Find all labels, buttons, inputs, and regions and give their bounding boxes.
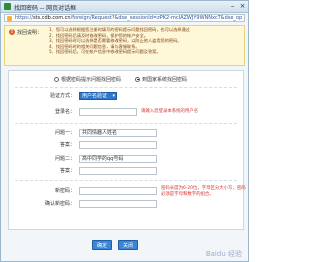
- login-name-label: 登录名：: [54, 109, 75, 115]
- minimize-icon[interactable]: –: [228, 2, 237, 10]
- radio-question-mode[interactable]: 根据密码提示问题找回密码: [54, 75, 121, 83]
- divider: [15, 123, 237, 124]
- new-password-hint-line-2: 必须是字母和数字的组合。: [161, 192, 214, 197]
- radio-label: 到国家系统找回密码: [142, 76, 188, 83]
- notice-box: ! 找回说明： 1、您可以选择根据您注册时填写的密码提示问题找回密码，也可以选择…: [4, 25, 245, 66]
- title-bar: 找回密码 -- 网页对话框 – ×: [1, 1, 248, 13]
- new-password-hint-line-1: 密码长度为6-20位，字母区分大小写，密码: [161, 186, 246, 191]
- confirm-password-label: 确认新密码：: [44, 201, 75, 207]
- question2-label: 问题二：: [54, 156, 75, 162]
- question1-field: 共同情趣人姓名: [79, 129, 157, 137]
- radio-button-selected[interactable]: [135, 76, 141, 82]
- close-button[interactable]: 关闭: [118, 240, 138, 250]
- verify-method-value: 用户名验证: [82, 93, 108, 99]
- notice-item: 1、您可以选择根据您注册时填写的密码提示问题找回密码，也可以选择通过: [49, 27, 190, 32]
- question2-field: 高中同学的qq号码: [79, 155, 157, 163]
- url-path: /foreign/Request?&dse_sessionId=zPK2-mcI…: [70, 15, 243, 21]
- answer2-label: 答案：: [59, 168, 75, 174]
- app-icon: [4, 3, 11, 10]
- address-bar[interactable]: https://sts.cdb.com.cn/foreign/Request?&…: [4, 14, 245, 22]
- new-password-label: 新密码：: [54, 188, 75, 194]
- new-password-input[interactable]: [79, 187, 157, 195]
- login-name-input[interactable]: [79, 108, 137, 116]
- verify-method-select[interactable]: 用户名验证 ▾: [79, 92, 117, 100]
- notice-list: 1、您可以选择根据您注册时填写的密码提示问题找回密码，也可以选择通过 2、找回密…: [49, 27, 190, 55]
- url-prefix: https://: [15, 15, 33, 21]
- ok-button[interactable]: 确定: [92, 240, 112, 250]
- login-name-hint: 请输入您登录本系统的用户名: [141, 109, 199, 114]
- chevron-down-icon: ▾: [112, 93, 115, 99]
- recovery-mode-group: 根据密码提示问题找回密码 到国家系统找回密码: [54, 75, 187, 83]
- dialog-window: 找回密码 -- 网页对话框 – × https://sts.cdb.com.cn…: [0, 0, 249, 262]
- notice-item: 3、找回密码时可以选择是否需要修改密码，以防止他人盗用您的密码。: [49, 38, 182, 44]
- watermark: Baidu 经验: [205, 250, 242, 258]
- question1-label: 问题一：: [54, 130, 75, 136]
- url-domain: sts.cdb.com.cn: [32, 15, 71, 21]
- info-icon: !: [9, 29, 15, 35]
- verify-method-label: 验证方式：: [49, 93, 75, 99]
- notice-item: 5、找回密码后，可在帐户信息中修改密码提示问题及答案。: [49, 49, 161, 55]
- notice-label: 找回说明：: [17, 30, 43, 36]
- confirm-password-input[interactable]: [79, 200, 157, 208]
- close-icon[interactable]: ×: [238, 2, 247, 10]
- form-panel: 根据密码提示问题找回密码 到国家系统找回密码 验证方式： 用户名验证 ▾ 登录名…: [8, 70, 246, 230]
- radio-button[interactable]: [54, 76, 59, 82]
- lock-icon: [7, 16, 12, 21]
- divider: [15, 87, 237, 88]
- answer1-label: 答案：: [59, 142, 75, 148]
- url-text: https://sts.cdb.com.cn/foreign/Request?&…: [15, 15, 242, 21]
- answer1-input[interactable]: [79, 141, 157, 149]
- radio-system-mode[interactable]: 到国家系统找回密码: [135, 75, 187, 83]
- window-title: 找回密码 -- 网页对话框: [14, 5, 77, 12]
- answer2-input[interactable]: [79, 167, 157, 175]
- radio-label: 根据密码提示问题找回密码: [61, 76, 122, 83]
- divider: [15, 180, 237, 181]
